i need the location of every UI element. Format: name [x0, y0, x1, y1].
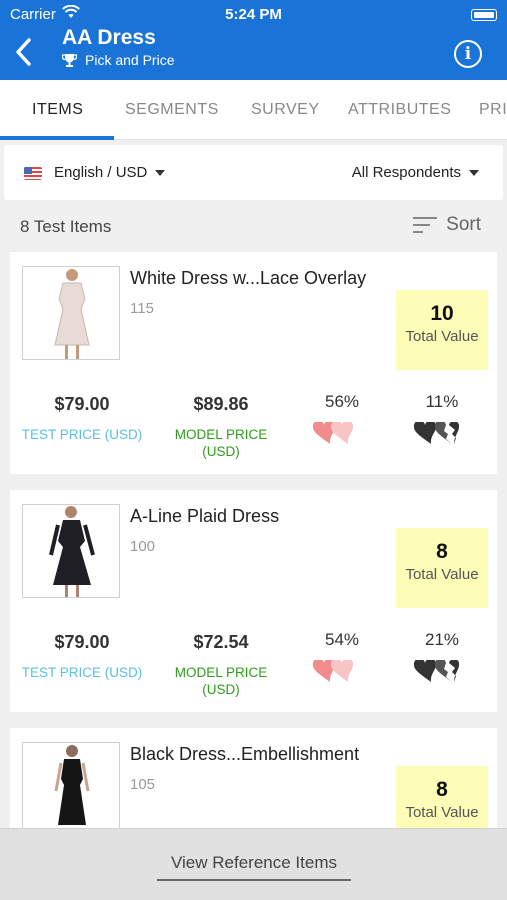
info-icon[interactable]: i [454, 40, 482, 68]
item-name: A-Line Plaid Dress [130, 506, 280, 526]
dress-image [22, 504, 120, 598]
clock: 5:24 PM [225, 6, 282, 23]
item-id: 105 [130, 776, 156, 793]
total-value-label: Total Value [405, 804, 479, 821]
page-title: AA Dress [62, 26, 156, 49]
tab-pricing[interactable]: PRI [479, 80, 507, 139]
language-label: English / USD [54, 164, 148, 181]
model-price-label: MODEL PRICE (USD) [174, 665, 268, 697]
dress-shape [54, 282, 90, 346]
dress-shape [58, 759, 86, 825]
sort-label: Sort [446, 214, 481, 235]
list-item[interactable]: A-Line Plaid Dress 100 8 Total Value $79… [10, 490, 497, 712]
total-value-badge: 10 Total Value [396, 290, 488, 370]
page-subtitle: Pick and Price [62, 52, 174, 68]
respondents-label: All Respondents [351, 164, 461, 181]
filter-bar: English / USD All Respondents [4, 145, 503, 200]
back-icon[interactable] [12, 36, 36, 68]
tab-segments[interactable]: SEGMENTS [125, 80, 219, 139]
list-item[interactable]: White Dress w...Lace Overlay 115 10 Tota… [10, 252, 497, 474]
active-tab-indicator [0, 136, 114, 140]
item-name: Black Dress...Embellishment [130, 744, 360, 764]
total-value: 8 [436, 778, 448, 801]
broken-hearts-icon [413, 422, 460, 444]
like-hearts-icon [312, 660, 354, 682]
total-value: 8 [436, 540, 448, 563]
like-percent: 54% [324, 630, 360, 649]
trophy-icon [62, 54, 77, 67]
chevron-down-icon [469, 170, 479, 177]
dislike-percent: 21% [424, 630, 460, 649]
sort-icon [413, 217, 438, 233]
battery-icon [471, 9, 497, 21]
status-bar: Carrier 5:24 PM [0, 4, 507, 24]
item-name: White Dress w...Lace Overlay [130, 268, 367, 288]
total-value: 10 [430, 302, 454, 325]
test-price-label: TEST PRICE (USD) [21, 427, 143, 442]
chevron-down-icon [155, 170, 166, 177]
dress-image [22, 266, 120, 360]
total-value-badge: 8 Total Value [396, 766, 488, 828]
subtitle-label: Pick and Price [85, 52, 175, 68]
total-value-badge: 8 Total Value [396, 528, 488, 608]
dislike-percent: 11% [425, 392, 459, 411]
model-price: $89.86 [193, 394, 249, 414]
model-price-label: MODEL PRICE (USD) [174, 427, 268, 459]
dress-image [22, 742, 120, 828]
view-reference-items-button[interactable]: View Reference Items [157, 853, 351, 881]
tab-bar: ITEMS SEGMENTS SURVEY ATTRIBUTES PRI [0, 80, 507, 140]
item-count: 8 Test Items [20, 217, 112, 236]
model-price: $72.54 [193, 632, 249, 652]
test-price: $79.00 [54, 394, 110, 414]
us-flag-icon [24, 167, 42, 180]
tab-items[interactable]: ITEMS [32, 80, 83, 139]
like-hearts-icon [312, 422, 354, 444]
test-price-label: TEST PRICE (USD) [21, 665, 143, 680]
respondents-dropdown[interactable]: All Respondents [352, 164, 479, 181]
tab-attributes[interactable]: ATTRIBUTES [348, 80, 451, 139]
list-item[interactable]: Black Dress...Embellishment 105 8 Total … [10, 728, 497, 828]
total-value-label: Total Value [405, 328, 479, 345]
total-value-label: Total Value [405, 566, 479, 583]
bottom-bar: View Reference Items [0, 828, 507, 900]
sort-button[interactable]: Sort [413, 214, 481, 236]
tab-survey[interactable]: SURVEY [251, 80, 320, 139]
item-id: 100 [130, 538, 156, 555]
broken-hearts-icon [413, 660, 460, 682]
item-id: 115 [130, 300, 154, 317]
app-header: Carrier 5:24 PM AA Dress Pick and Price … [0, 0, 507, 80]
language-dropdown[interactable]: English / USD [54, 164, 166, 181]
test-price: $79.00 [54, 632, 110, 652]
like-percent: 56% [324, 392, 360, 411]
